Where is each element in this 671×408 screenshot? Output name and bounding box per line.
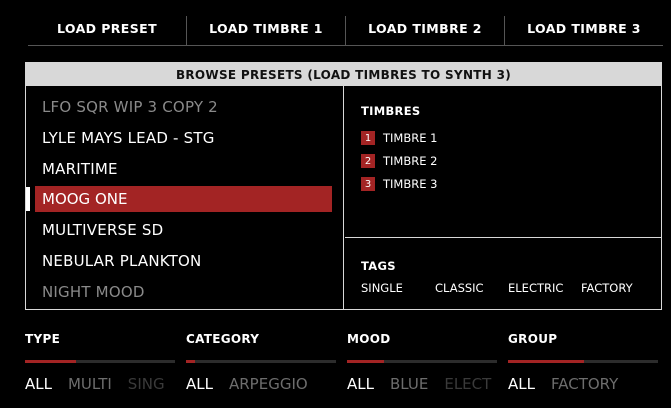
tags-section: TAGS SINGLE CLASSIC ELECTRIC FACTORY	[345, 239, 661, 309]
preset-item[interactable]: MARITIME	[42, 156, 118, 182]
preset-item-selected[interactable]: MOOG ONE	[26, 186, 332, 212]
timbres-heading: TIMBRES	[361, 104, 421, 118]
filter-heading: TYPE	[25, 332, 61, 346]
filter-option[interactable]: MULTI	[68, 375, 112, 393]
filter-option[interactable]: ARPEGGIO	[229, 375, 308, 393]
filter-option[interactable]: FACTORY	[551, 375, 618, 393]
timbre-row: 3 TIMBRE 3	[361, 176, 437, 192]
tags-heading: TAGS	[361, 259, 396, 273]
timbre-row: 2 TIMBRE 2	[361, 153, 437, 169]
filter-heading: MOOD	[347, 332, 391, 346]
tag-item: ELECTRIC	[508, 281, 564, 295]
filter-option[interactable]: ALL	[347, 375, 374, 393]
preset-item[interactable]: NIGHT MOOD	[42, 279, 145, 305]
timbre-label: TIMBRE 3	[383, 177, 438, 191]
filter-values: ALL ARPEGGIO	[186, 374, 336, 394]
preset-item[interactable]: LFO SQR WIP 3 COPY 2	[42, 94, 218, 120]
load-button-bar: LOAD PRESET LOAD TIMBRE 1 LOAD TIMBRE 2 …	[28, 16, 663, 46]
timbre-label: TIMBRE 1	[383, 131, 438, 145]
filter-values: ALL FACTORY	[508, 374, 658, 394]
synth-browser-screen: LOAD PRESET LOAD TIMBRE 1 LOAD TIMBRE 2 …	[0, 0, 671, 408]
preset-browser-panel: BROWSE PRESETS (LOAD TIMBRES TO SYNTH 3)…	[25, 62, 662, 310]
timbres-section: TIMBRES 1 TIMBRE 1 2 TIMBRE 2 3 TIMBRE 3	[345, 86, 661, 238]
filter-scrollbar[interactable]	[508, 360, 658, 363]
tag-item: CLASSIC	[435, 281, 484, 295]
filter-option[interactable]: ALL	[508, 375, 535, 393]
filter-group: GROUP ALL FACTORY	[508, 332, 658, 402]
filter-heading: CATEGORY	[186, 332, 260, 346]
filter-scroll-thumb[interactable]	[508, 360, 584, 363]
filter-scrollbar[interactable]	[25, 360, 175, 363]
filter-scroll-thumb[interactable]	[25, 360, 76, 363]
filter-option[interactable]: ALL	[25, 375, 52, 393]
filter-scrollbar[interactable]	[347, 360, 497, 363]
filter-scrollbar[interactable]	[186, 360, 336, 363]
filter-option[interactable]: ALL	[186, 375, 213, 393]
filter-scroll-thumb[interactable]	[186, 360, 195, 363]
timbre-number-badge: 2	[361, 154, 375, 168]
tag-item: SINGLE	[361, 281, 403, 295]
preset-item[interactable]: MULTIVERSE SD	[42, 217, 163, 243]
filter-category: CATEGORY ALL ARPEGGIO	[186, 332, 336, 402]
selection-marker	[26, 187, 30, 211]
load-preset-button[interactable]: LOAD PRESET	[28, 16, 186, 46]
filter-scroll-thumb[interactable]	[347, 360, 384, 363]
filter-values: ALL MULTI SING	[25, 374, 175, 394]
filter-option[interactable]: SING	[128, 375, 165, 393]
filter-values: ALL BLUE ELECT	[347, 374, 497, 394]
filter-mood: MOOD ALL BLUE ELECT	[347, 332, 497, 402]
preset-item-label: MOOG ONE	[42, 190, 128, 208]
timbre-row: 1 TIMBRE 1	[361, 130, 437, 146]
filter-type: TYPE ALL MULTI SING	[25, 332, 175, 402]
preset-list[interactable]: LFO SQR WIP 3 COPY 2 LYLE MAYS LEAD - ST…	[26, 86, 344, 309]
browser-title: BROWSE PRESETS (LOAD TIMBRES TO SYNTH 3)	[26, 63, 661, 86]
load-timbre-1-button[interactable]: LOAD TIMBRE 1	[186, 16, 345, 46]
timbre-number-badge: 3	[361, 177, 375, 191]
timbre-label: TIMBRE 2	[383, 154, 438, 168]
load-timbre-2-button[interactable]: LOAD TIMBRE 2	[345, 16, 504, 46]
preset-item[interactable]: NEBULAR PLANKTON	[42, 248, 201, 274]
preset-item[interactable]: LYLE MAYS LEAD - STG	[42, 125, 215, 151]
load-timbre-3-button[interactable]: LOAD TIMBRE 3	[504, 16, 663, 46]
filter-option[interactable]: ELECT	[444, 375, 491, 393]
tag-item: FACTORY	[581, 281, 633, 295]
filter-heading: GROUP	[508, 332, 558, 346]
timbre-number-badge: 1	[361, 131, 375, 145]
filter-option[interactable]: BLUE	[390, 375, 428, 393]
